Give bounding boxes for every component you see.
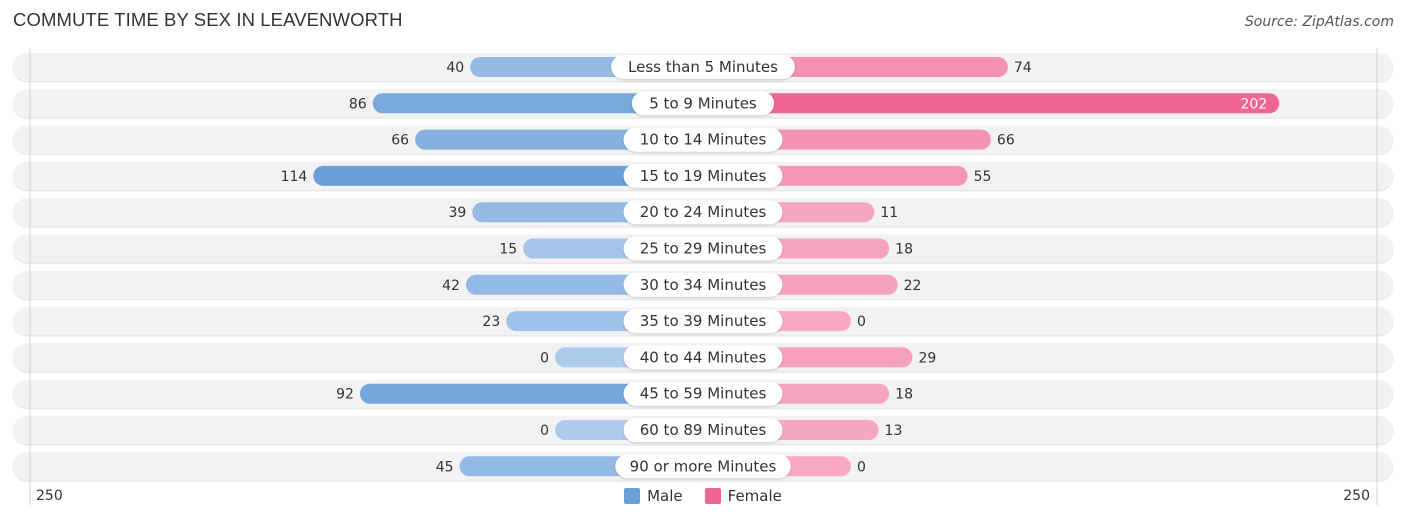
legend-swatch-male [624, 488, 641, 504]
value-label-male: 114 [281, 169, 308, 185]
chart-canvas: 40 74 Less than 5 Minutes 86 202 5 to 9 Minut… [13, 48, 1393, 505]
legend-label-male: Male [647, 487, 683, 505]
value-label-female: 29 [918, 350, 936, 366]
category-label: 25 to 29 Minutes [640, 240, 767, 258]
category-label: 5 to 9 Minutes [649, 94, 757, 112]
value-label-male: 86 [349, 96, 367, 112]
value-label-female: 74 [1014, 60, 1032, 76]
legend-item-female[interactable]: Female [704, 487, 782, 505]
value-label-male: 0 [540, 423, 549, 439]
category-label: 40 to 44 Minutes [640, 348, 767, 366]
category-label: 45 to 59 Minutes [640, 385, 767, 403]
category-label: 10 to 14 Minutes [640, 131, 767, 149]
category-label: 30 to 34 Minutes [640, 276, 767, 294]
category-label: 15 to 19 Minutes [640, 167, 767, 185]
value-label-female: 11 [880, 205, 898, 221]
category-label: 20 to 24 Minutes [640, 203, 767, 221]
value-label-female: 0 [857, 314, 866, 330]
value-label-female: 202 [1241, 96, 1268, 112]
value-label-male: 45 [436, 459, 454, 475]
value-label-male: 15 [499, 242, 517, 258]
legend-swatch-female [704, 488, 721, 504]
bar-female[interactable] [703, 93, 1280, 114]
category-label: 60 to 89 Minutes [640, 421, 767, 439]
value-label-male: 40 [446, 60, 464, 76]
value-label-female: 18 [895, 387, 913, 403]
value-label-male: 0 [540, 350, 549, 366]
value-label-male: 92 [336, 387, 354, 403]
legend-label-female: Female [727, 487, 782, 505]
category-label: 90 or more Minutes [630, 457, 777, 475]
value-label-female: 18 [895, 242, 913, 258]
value-label-female: 0 [857, 459, 866, 475]
value-label-female: 55 [974, 169, 992, 185]
value-label-male: 66 [391, 133, 409, 149]
legend: Male Female [0, 487, 1406, 505]
value-label-male: 23 [482, 314, 500, 330]
value-label-female: 22 [904, 278, 922, 294]
value-label-female: 13 [885, 423, 903, 439]
value-label-female: 66 [997, 133, 1015, 149]
value-label-male: 42 [442, 278, 460, 294]
legend-item-male[interactable]: Male [624, 487, 683, 505]
category-label: 35 to 39 Minutes [640, 312, 767, 330]
category-label: Less than 5 Minutes [628, 58, 778, 76]
value-label-male: 39 [448, 205, 466, 221]
